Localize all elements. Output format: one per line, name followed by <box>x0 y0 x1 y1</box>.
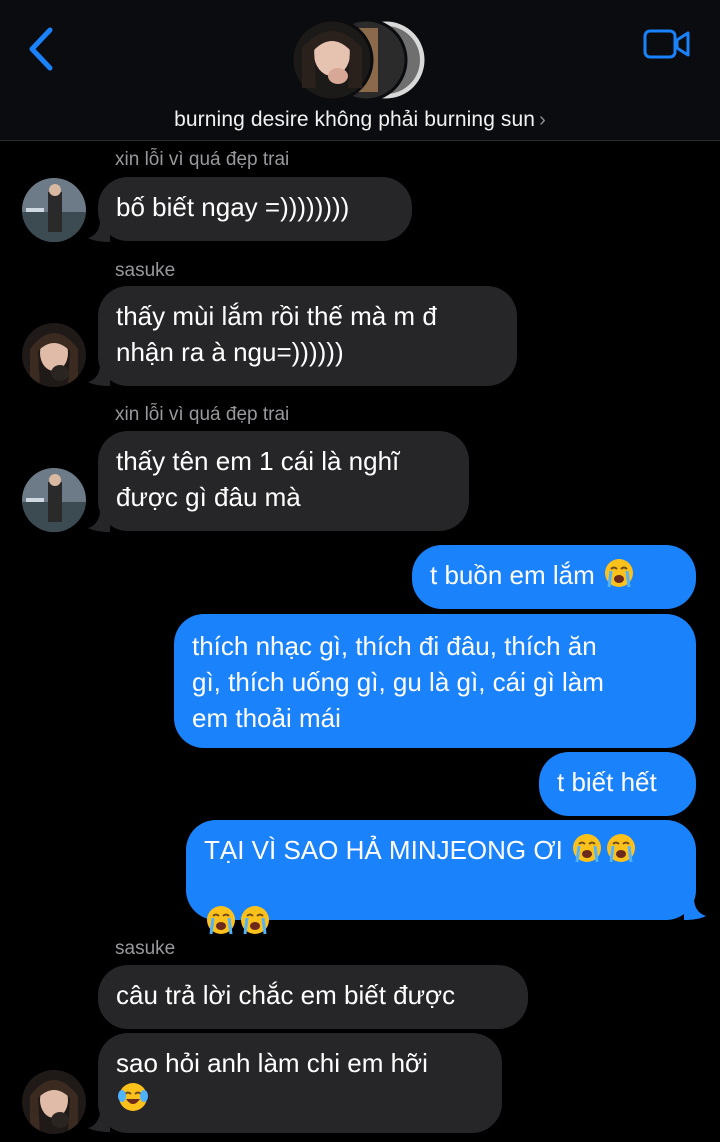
message-bubble[interactable]: sao hỏi anh làm chi em hỡi <box>98 1033 502 1133</box>
back-chevron-icon[interactable] <box>22 24 62 74</box>
message-bubble[interactable]: câu trả lời chắc em biết được <box>98 965 528 1029</box>
message-bubble[interactable]: thấy tên em 1 cái là nghĩ được gì đâu mà <box>98 431 469 531</box>
message-text: thích nhạc gì, thích đi đâu, thích ăn gì… <box>192 631 604 733</box>
message-bubble[interactable]: thấy mùi lắm rồi thế mà m đ nhận ra à ng… <box>98 286 517 386</box>
sender-name: sasuke <box>115 260 176 281</box>
message-text: sao hỏi anh làm chi em hỡi <box>116 1048 428 1078</box>
loudly-crying-face-icon <box>607 834 636 863</box>
message-text: câu trả lời chắc em biết được <box>116 980 456 1010</box>
avatar[interactable] <box>22 468 86 532</box>
message-bubble[interactable]: t biết hết <box>539 752 696 816</box>
message-text: t biết hết <box>557 767 657 797</box>
message-text: bố biết ngay =)))))))) <box>116 192 350 222</box>
video-call-icon[interactable] <box>642 26 692 62</box>
loudly-crying-face-icon <box>207 906 235 935</box>
chevron-right-icon: › <box>539 109 546 131</box>
message-text: thấy mùi lắm rồi thế mà m đ nhận ra à ng… <box>116 301 437 367</box>
message-bubble[interactable]: bố biết ngay =)))))))) <box>98 177 412 241</box>
message-text: thấy tên em 1 cái là nghĩ được gì đâu mà <box>116 446 400 512</box>
loudly-crying-face-icon <box>241 906 269 935</box>
conversation-header: burning desire không phải burning sun › <box>0 0 720 141</box>
group-avatar-stack[interactable] <box>288 18 430 102</box>
avatar[interactable] <box>22 178 86 242</box>
conversation-title[interactable]: burning desire không phải burning sun › <box>0 108 720 132</box>
message-bubble[interactable]: TẠI VÌ SAO HẢ MINJEONG ƠI <box>186 820 696 935</box>
face-with-tears-of-joy-icon <box>118 1083 148 1111</box>
conversation-title-text: burning desire không phải burning sun <box>174 108 536 131</box>
message-bubble[interactable]: thích nhạc gì, thích đi đâu, thích ăn gì… <box>174 614 696 748</box>
loudly-crying-face-icon <box>604 559 633 588</box>
message-text: t buồn em lắm <box>430 560 595 590</box>
message-bubble[interactable]: t buồn em lắm <box>412 545 696 609</box>
sender-name: sasuke <box>115 938 176 959</box>
message-text: TẠI VÌ SAO HẢ MINJEONG ƠI <box>204 835 563 865</box>
loudly-crying-face-icon <box>573 834 602 863</box>
sender-name: xin lỗi vì quá đẹp trai <box>115 404 290 425</box>
avatar[interactable] <box>22 323 86 387</box>
sender-name: xin lỗi vì quá đẹp trai <box>115 149 290 170</box>
avatar[interactable] <box>22 1070 86 1134</box>
